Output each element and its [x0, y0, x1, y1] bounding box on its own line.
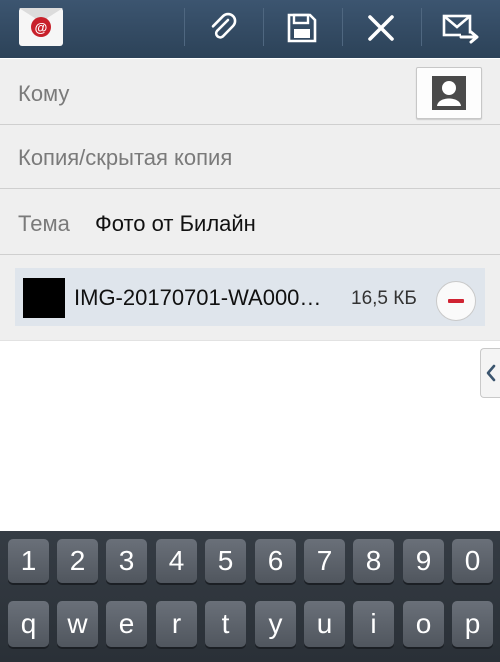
cc-bcc-label: Копия/скрытая копия: [18, 145, 233, 170]
contacts-button[interactable]: [416, 67, 482, 119]
remove-attachment-button[interactable]: [436, 281, 476, 321]
save-icon: [287, 13, 317, 43]
divider: [184, 8, 185, 46]
key-3[interactable]: 3: [106, 539, 147, 583]
close-icon: [368, 15, 394, 41]
key-0[interactable]: 0: [452, 539, 493, 583]
divider: [421, 8, 422, 46]
key-r[interactable]: r: [156, 601, 197, 647]
key-y[interactable]: y: [255, 601, 296, 647]
divider: [263, 8, 264, 46]
cc-bcc-field[interactable]: Копия/скрытая копия: [0, 125, 500, 189]
send-button[interactable]: [432, 6, 490, 50]
chevron-left-icon: [486, 364, 496, 382]
key-u[interactable]: u: [304, 601, 345, 647]
attach-icon: [211, 12, 237, 39]
key-7[interactable]: 7: [304, 539, 345, 583]
key-q[interactable]: q: [8, 601, 49, 647]
attachment-size: 16,5 КБ: [351, 288, 417, 309]
contact-icon: [432, 76, 466, 110]
key-o[interactable]: o: [403, 601, 444, 647]
key-t[interactable]: t: [205, 601, 246, 647]
key-6[interactable]: 6: [255, 539, 296, 583]
key-w[interactable]: w: [57, 601, 98, 647]
key-5[interactable]: 5: [205, 539, 246, 583]
keyboard: 1 2 3 4 5 6 7 8 9 0 q w e r t y u i o p: [0, 531, 500, 662]
key-8[interactable]: 8: [353, 539, 394, 583]
attachment-name: IMG-20170701-WA0009.jpg: [74, 285, 332, 310]
divider: [342, 8, 343, 46]
key-2[interactable]: 2: [57, 539, 98, 583]
attachment-thumbnail: [23, 278, 65, 318]
key-4[interactable]: 4: [156, 539, 197, 583]
subject-field[interactable]: Тема Фото от Билайн: [0, 189, 500, 255]
at-sign: @: [31, 17, 51, 37]
key-1[interactable]: 1: [8, 539, 49, 583]
minus-icon: [448, 299, 464, 303]
side-panel-handle[interactable]: [480, 348, 500, 398]
discard-button[interactable]: [352, 6, 410, 50]
action-bar: @: [0, 0, 500, 58]
key-i[interactable]: i: [353, 601, 394, 647]
email-app-icon[interactable]: @: [19, 8, 63, 46]
subject-input[interactable]: Фото от Билайн: [95, 211, 256, 237]
save-button[interactable]: [273, 6, 331, 50]
subject-label: Тема: [18, 211, 70, 236]
send-icon: [442, 14, 479, 44]
key-e[interactable]: e: [106, 601, 147, 647]
to-label: Кому: [18, 81, 70, 106]
key-p[interactable]: p: [452, 601, 493, 647]
attach-button[interactable]: [194, 6, 252, 50]
key-9[interactable]: 9: [403, 539, 444, 583]
